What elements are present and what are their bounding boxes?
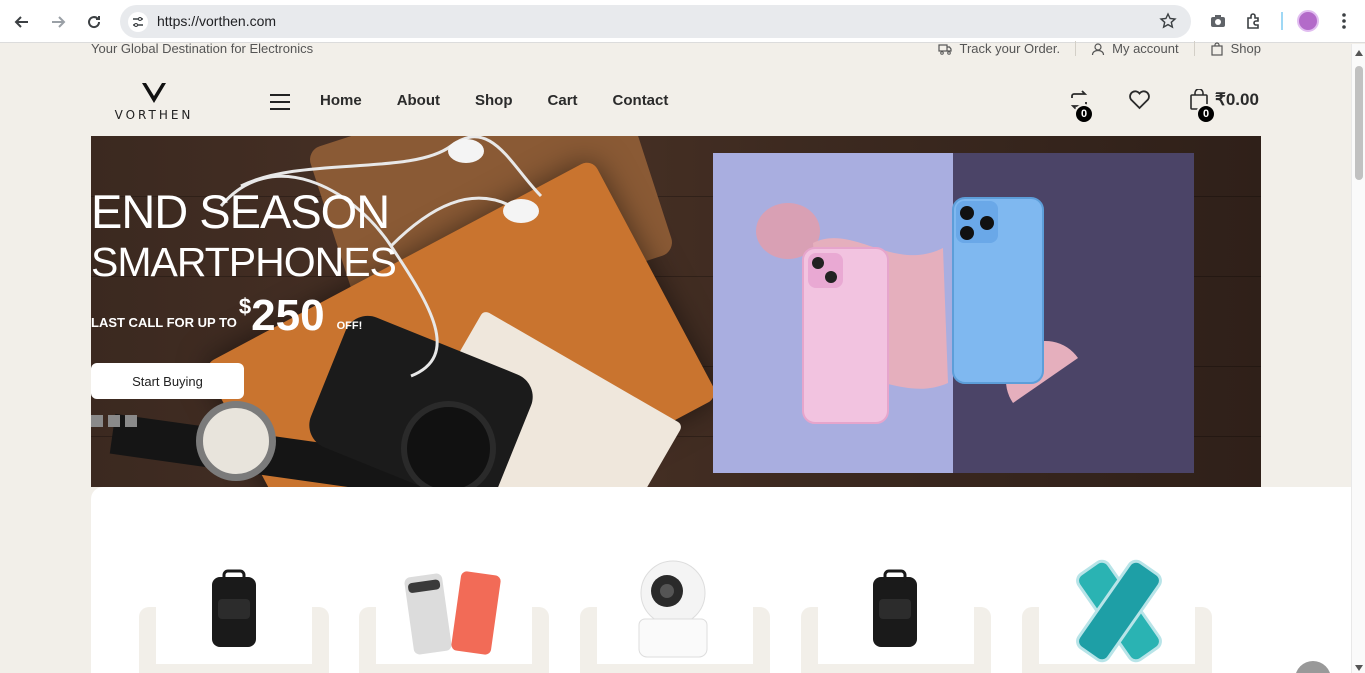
cart-count-badge: 0: [1196, 104, 1216, 124]
arrow-left-icon: [14, 16, 28, 28]
arrow-right-icon: [52, 16, 66, 28]
offer-currency: $: [238, 294, 252, 319]
compare-count-badge: 0: [1074, 104, 1094, 124]
nav-home[interactable]: Home: [320, 92, 362, 109]
nav-about[interactable]: About: [397, 92, 440, 109]
backpack-image: [212, 569, 256, 647]
offer-amount: 250: [251, 291, 325, 340]
topbar: Your Global Destination for Electronics …: [91, 41, 1261, 61]
hero-slider: END SEASON SMARTPHONES LAST CALL FOR UP …: [91, 136, 1261, 487]
reload-icon: [88, 16, 101, 29]
shop-link[interactable]: Shop: [1193, 41, 1261, 56]
browser-toolbar: https://vorthen.com: [0, 0, 1365, 43]
user-icon: [1092, 42, 1105, 55]
slider-dot-2[interactable]: [108, 415, 120, 427]
site-settings-icon[interactable]: [128, 12, 148, 32]
my-account-link[interactable]: My account: [1075, 41, 1193, 56]
track-order-link[interactable]: Track your Order.: [923, 41, 1075, 56]
topbar-links: Track your Order. My account Shop: [923, 41, 1261, 56]
my-account-label: My account: [1112, 41, 1179, 56]
backpack-image: [873, 569, 917, 647]
hero-offer: LAST CALL FOR UP TO $ 250 OFF!: [91, 294, 362, 338]
hero-title-line2: SMARTPHONES: [91, 239, 397, 285]
product-category-section: [91, 487, 1351, 673]
page-scrollbar[interactable]: [1351, 44, 1365, 673]
cart-button[interactable]: 0: [1189, 88, 1216, 124]
scrollbar-thumb[interactable]: [1355, 66, 1363, 180]
url-text[interactable]: https://vorthen.com: [157, 13, 276, 29]
forward-button[interactable]: [45, 9, 71, 35]
reload-button[interactable]: [81, 9, 107, 35]
wishlist-button[interactable]: [1128, 89, 1152, 111]
nav-shop[interactable]: Shop: [475, 92, 513, 109]
phone-pair-image: [404, 571, 501, 655]
extensions-icon[interactable]: [1242, 9, 1266, 33]
slider-dots: [91, 415, 137, 427]
toolbar-divider: [1281, 12, 1283, 30]
menu-toggle-icon[interactable]: [270, 94, 290, 110]
site-tagline: Your Global Destination for Electronics: [91, 41, 314, 56]
camera-icon[interactable]: [1206, 9, 1230, 33]
bookmark-star-icon[interactable]: [1159, 12, 1177, 30]
logo-text: VORTHEN: [114, 108, 194, 122]
back-button[interactable]: [9, 9, 35, 35]
kebab-menu-icon[interactable]: [1332, 9, 1356, 33]
profile-avatar[interactable]: [1297, 10, 1319, 32]
slider-dot-1[interactable]: [91, 415, 103, 427]
start-buying-button[interactable]: Start Buying: [91, 363, 244, 399]
nav-contact[interactable]: Contact: [613, 92, 669, 109]
slider-dot-3[interactable]: [125, 415, 137, 427]
phone-case-image: [1076, 559, 1162, 663]
shop-label: Shop: [1230, 41, 1261, 56]
hero-watch-graphic: [196, 401, 276, 481]
site-logo[interactable]: VORTHEN: [113, 82, 195, 122]
hero-title-line1: END SEASON: [91, 185, 390, 238]
offer-prefix: LAST CALL FOR UP TO: [91, 315, 237, 330]
address-bar[interactable]: https://vorthen.com: [120, 5, 1191, 38]
heart-icon: [1129, 90, 1150, 110]
compare-button[interactable]: 0: [1068, 89, 1094, 124]
bag-icon: [1211, 41, 1223, 56]
cart-total[interactable]: ₹0.00: [1215, 90, 1259, 110]
truck-icon: [938, 43, 953, 55]
hero-phones-image: [713, 153, 1194, 473]
track-order-label: Track your Order.: [959, 41, 1061, 56]
offer-suffix: OFF!: [336, 320, 363, 332]
security-camera-image: [638, 560, 708, 658]
hero-lens-graphic: [401, 401, 496, 487]
main-nav: Home About Shop Cart Contact: [320, 92, 668, 109]
logo-mark-icon: [142, 82, 166, 103]
nav-cart[interactable]: Cart: [548, 92, 578, 109]
